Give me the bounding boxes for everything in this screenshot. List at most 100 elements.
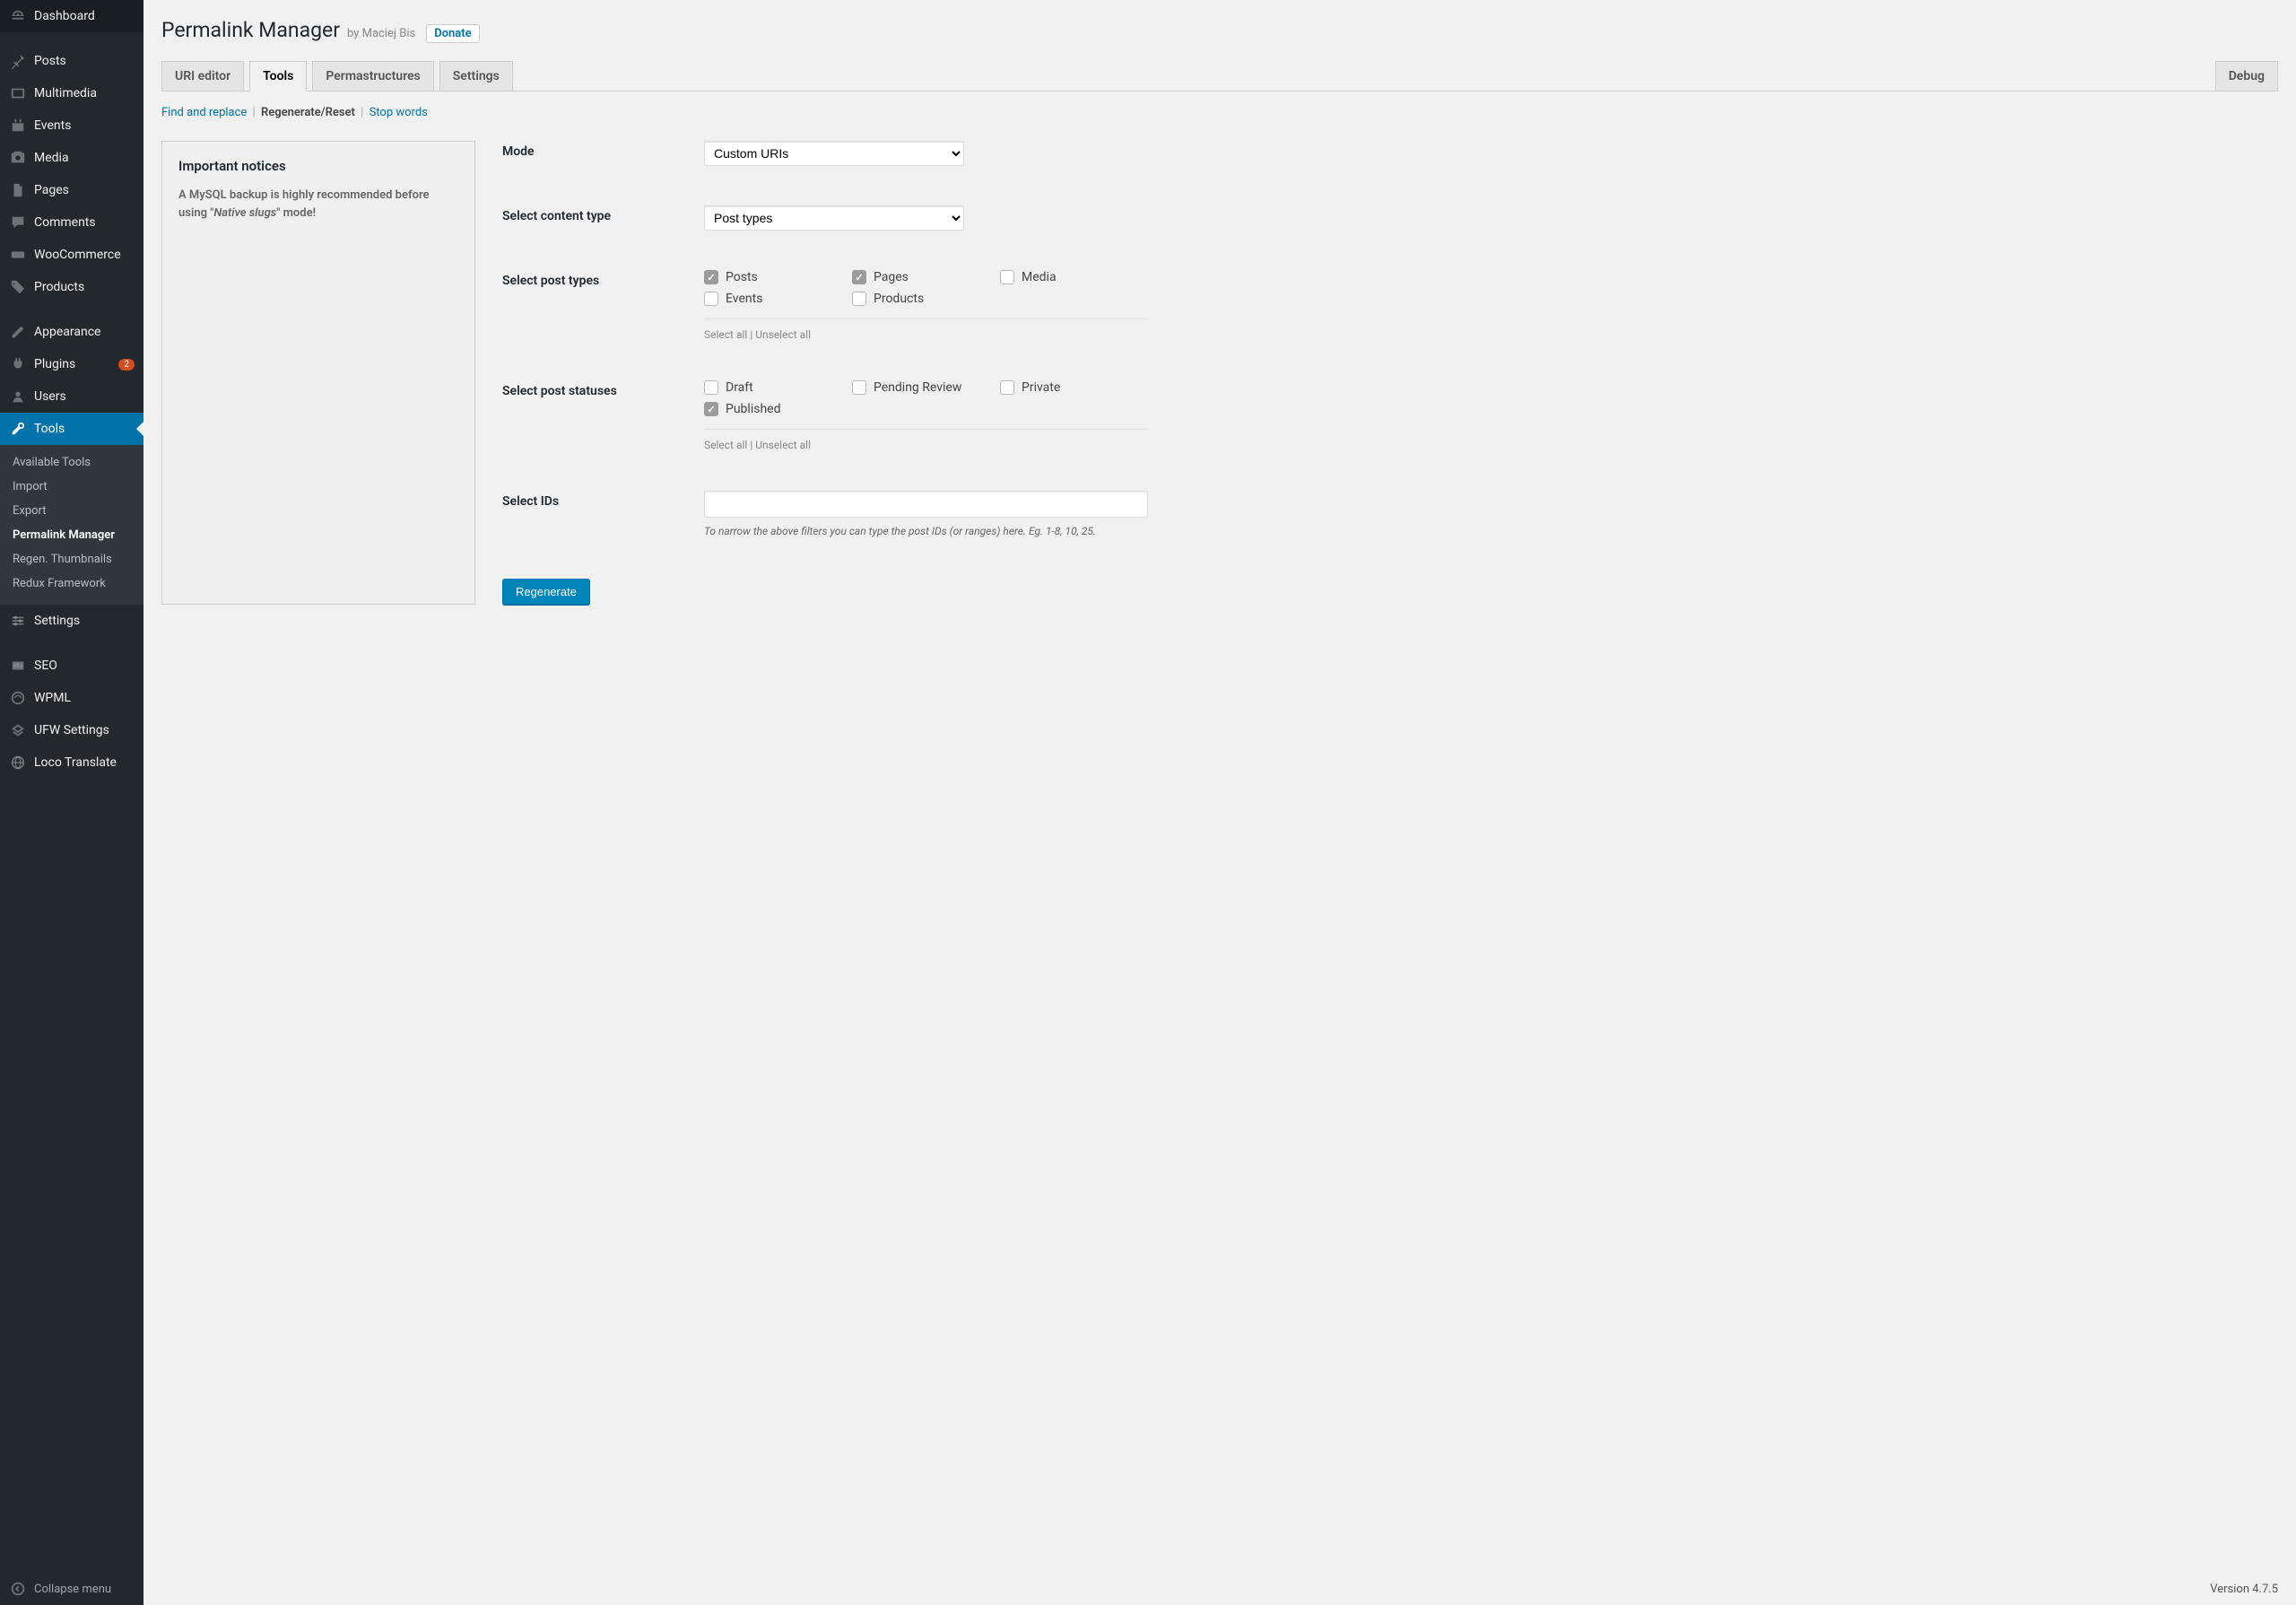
sidebar-item-tools[interactable]: Tools <box>0 413 144 445</box>
checkbox-icon <box>704 270 718 284</box>
checkbox-posts[interactable]: Posts <box>704 270 852 284</box>
sidebar-item-label: Events <box>34 118 135 133</box>
sidebar-item-comments[interactable]: Comments <box>0 206 144 239</box>
tab-debug[interactable]: Debug <box>2215 61 2278 91</box>
sidebar-item-label: Plugins <box>34 357 113 371</box>
sidebar-item-media[interactable]: Media <box>0 142 144 174</box>
sidebar-item-multimedia[interactable]: Multimedia <box>0 77 144 109</box>
unselect-all-link[interactable]: Unselect all <box>755 439 811 451</box>
sidebar-item-appearance[interactable]: Appearance <box>0 316 144 348</box>
select-all-link[interactable]: Select all <box>704 439 747 451</box>
subtabs: Find and replace | Regenerate/Reset | St… <box>161 106 2278 119</box>
submenu-permalink-manager[interactable]: Permalink Manager <box>0 523 144 547</box>
tab-uri-editor[interactable]: URI editor <box>161 61 244 91</box>
sidebar-item-label: Settings <box>34 614 135 628</box>
dashboard-icon <box>9 7 27 25</box>
checkbox-icon <box>704 292 718 306</box>
tab-tools[interactable]: Tools <box>249 61 307 92</box>
tab-settings[interactable]: Settings <box>439 61 513 91</box>
submenu-available-tools[interactable]: Available Tools <box>0 450 144 475</box>
sidebar-item-label: Media <box>34 151 135 165</box>
seo-icon <box>9 657 27 675</box>
tools-icon <box>9 420 27 438</box>
content-type-select[interactable]: Post types <box>704 205 964 231</box>
select-all-link[interactable]: Select all <box>704 328 747 341</box>
post-statuses-label: Select post statuses <box>502 380 704 398</box>
regenerate-button[interactable]: Regenerate <box>502 579 590 605</box>
sidebar-submenu: Available Tools Import Export Permalink … <box>0 445 144 605</box>
checkbox-label: Products <box>874 292 924 306</box>
admin-sidebar: Dashboard Posts Multimedia Events Media … <box>0 0 144 1605</box>
checkbox-events[interactable]: Events <box>704 292 852 306</box>
sidebar-item-label: Dashboard <box>34 9 135 23</box>
sidebar-item-label: Multimedia <box>34 86 135 100</box>
main-content: Permalink Manager by Maciej Bis Donate U… <box>144 0 2296 1605</box>
form-row-mode: Mode Custom URIs <box>502 141 1148 166</box>
wpml-icon <box>9 689 27 707</box>
checkbox-icon <box>852 292 866 306</box>
sidebar-item-seo[interactable]: SEO <box>0 650 144 682</box>
select-ids-input[interactable] <box>704 491 1148 518</box>
checkbox-draft[interactable]: Draft <box>704 380 852 395</box>
form-row-post-types: Select post types Posts Pages Media Even… <box>502 270 1148 341</box>
sidebar-item-settings[interactable]: Settings <box>0 605 144 637</box>
sidebar-item-label: WooCommerce <box>34 248 135 262</box>
checkbox-label: Private <box>1022 380 1060 395</box>
submenu-redux-framework[interactable]: Redux Framework <box>0 571 144 596</box>
collapse-menu-button[interactable]: Collapse menu <box>0 1573 144 1605</box>
checkbox-pending[interactable]: Pending Review <box>852 380 1000 395</box>
checkbox-icon <box>852 380 866 395</box>
mode-select[interactable]: Custom URIs <box>704 141 964 166</box>
checkbox-icon <box>704 380 718 395</box>
sidebar-item-label: Posts <box>34 54 135 68</box>
sidebar-item-events[interactable]: Events <box>0 109 144 142</box>
plugins-icon <box>9 355 27 373</box>
collapse-icon <box>9 1580 27 1598</box>
submenu-regen-thumbnails[interactable]: Regen. Thumbnails <box>0 547 144 571</box>
submenu-export[interactable]: Export <box>0 499 144 523</box>
sidebar-item-plugins[interactable]: Plugins 2 <box>0 348 144 380</box>
content-type-label: Select content type <box>502 205 704 223</box>
sidebar-item-users[interactable]: Users <box>0 380 144 413</box>
users-icon <box>9 388 27 406</box>
subtab-stop-words[interactable]: Stop words <box>370 106 428 119</box>
multimedia-icon <box>9 84 27 102</box>
checkbox-icon <box>704 402 718 416</box>
sidebar-item-label: WPML <box>34 691 135 705</box>
sidebar-item-label: SEO <box>34 659 135 673</box>
subtab-regenerate[interactable]: Regenerate/Reset <box>261 106 355 119</box>
checkbox-pages[interactable]: Pages <box>852 270 1000 284</box>
checkbox-label: Pages <box>874 270 909 284</box>
sidebar-item-pages[interactable]: Pages <box>0 174 144 206</box>
form-row-submit: Regenerate <box>502 579 1148 605</box>
sidebar-item-wpml[interactable]: WPML <box>0 682 144 714</box>
sidebar-item-dashboard[interactable]: Dashboard <box>0 0 144 32</box>
form-row-content-type: Select content type Post types <box>502 205 1148 231</box>
update-badge: 2 <box>118 359 135 371</box>
notice-text-after: " mode! <box>276 206 316 220</box>
checkbox-private[interactable]: Private <box>1000 380 1148 395</box>
checkbox-products[interactable]: Products <box>852 292 1000 306</box>
submenu-import[interactable]: Import <box>0 475 144 499</box>
sidebar-item-woocommerce[interactable]: WooCommerce <box>0 239 144 271</box>
unselect-all-link[interactable]: Unselect all <box>755 328 811 341</box>
checkbox-published[interactable]: Published <box>704 402 852 416</box>
sidebar-item-label: Products <box>34 280 135 294</box>
tab-permastructures[interactable]: Permastructures <box>312 61 433 91</box>
sidebar-item-posts[interactable]: Posts <box>0 45 144 77</box>
sidebar-item-loco[interactable]: Loco Translate <box>0 746 144 779</box>
loco-icon <box>9 754 27 772</box>
subtab-find-replace[interactable]: Find and replace <box>161 106 247 119</box>
notice-box: Important notices A MySQL backup is high… <box>161 141 475 605</box>
byline: by Maciej Bis <box>347 27 415 40</box>
tabs: URI editor Tools Permastructures Setting… <box>161 61 2278 92</box>
sidebar-item-ufw[interactable]: UFW Settings <box>0 714 144 746</box>
collapse-label: Collapse menu <box>34 1583 111 1596</box>
sidebar-item-label: Tools <box>34 422 135 436</box>
media-icon <box>9 149 27 167</box>
form-row-ids: Select IDs To narrow the above filters y… <box>502 491 1148 539</box>
checkbox-media[interactable]: Media <box>1000 270 1148 284</box>
donate-button[interactable]: Donate <box>426 24 479 43</box>
post-statuses-grid: Draft Pending Review Private Published <box>704 380 1148 430</box>
sidebar-item-products[interactable]: Products <box>0 271 144 303</box>
